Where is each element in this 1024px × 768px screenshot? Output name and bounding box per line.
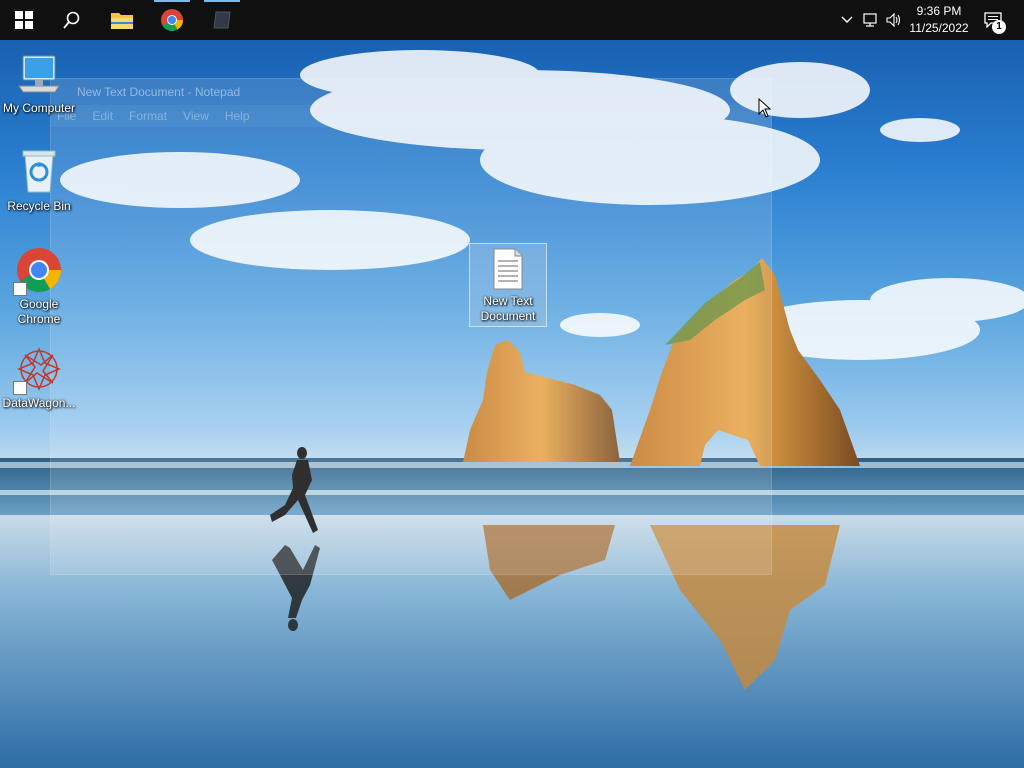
search-icon	[63, 11, 80, 29]
windows-logo-icon	[15, 11, 33, 29]
notification-count-badge: 1	[992, 20, 1006, 34]
chrome-icon	[161, 9, 183, 31]
menu-edit: Edit	[92, 109, 114, 123]
shortcut-arrow-icon	[13, 381, 27, 395]
desktop-icon-label: Google Chrome	[17, 297, 61, 326]
dragged-file-new-text-document[interactable]: New Text Document	[469, 243, 547, 327]
network-button[interactable]	[860, 0, 882, 40]
clock-date: 11/25/2022	[909, 21, 969, 35]
desktop-icon-recycle-bin[interactable]: Recycle Bin	[0, 148, 78, 214]
show-hidden-icons-button[interactable]	[838, 0, 856, 40]
mouse-cursor-icon	[758, 97, 772, 123]
volume-button[interactable]	[884, 0, 904, 40]
search-button[interactable]	[48, 0, 96, 40]
folder-icon	[111, 13, 133, 29]
dragged-file-label: New Text Document	[480, 294, 536, 323]
notepad-icon	[213, 11, 231, 29]
computer-icon	[15, 50, 63, 98]
desktop-icon-label: My Computer	[2, 101, 76, 115]
chevron-up-icon	[841, 16, 853, 23]
desktop-icon-datawagon[interactable]: DataWagon...	[0, 345, 78, 411]
ghost-window-title: New Text Document - Notepad	[77, 85, 241, 99]
network-icon	[863, 13, 877, 27]
text-document-icon	[488, 248, 528, 290]
clock-time: 9:36 PM	[916, 4, 962, 18]
ghost-menu: File Edit Format View Help	[57, 109, 266, 123]
taskbar: 9:36 PM 11/25/2022 1	[0, 0, 1024, 40]
menu-format: Format	[129, 109, 168, 123]
desktop-icon-google-chrome[interactable]: Google Chrome	[0, 246, 78, 327]
shortcut-arrow-icon	[13, 282, 27, 296]
desktop-icon-label: Recycle Bin	[7, 199, 71, 213]
desktop-icon-label: DataWagon...	[2, 396, 76, 410]
recycle-bin-icon	[15, 148, 63, 196]
speaker-icon	[886, 13, 901, 27]
desktop-icon-my-computer[interactable]: My Computer	[0, 50, 78, 116]
taskbar-notepad[interactable]	[198, 0, 246, 40]
menu-help: Help	[224, 109, 250, 123]
datawagon-icon	[13, 345, 63, 395]
menu-view: View	[183, 109, 209, 123]
taskbar-chrome[interactable]	[148, 0, 196, 40]
start-button[interactable]	[0, 0, 48, 40]
taskbar-clock[interactable]: 9:36 PM 11/25/2022	[906, 3, 972, 37]
action-center-button[interactable]	[978, 0, 1008, 40]
chrome-icon	[13, 246, 63, 296]
taskbar-file-explorer[interactable]	[98, 0, 146, 40]
notepad-window-ghost: New Text Document - Notepad File Edit Fo…	[50, 78, 772, 575]
